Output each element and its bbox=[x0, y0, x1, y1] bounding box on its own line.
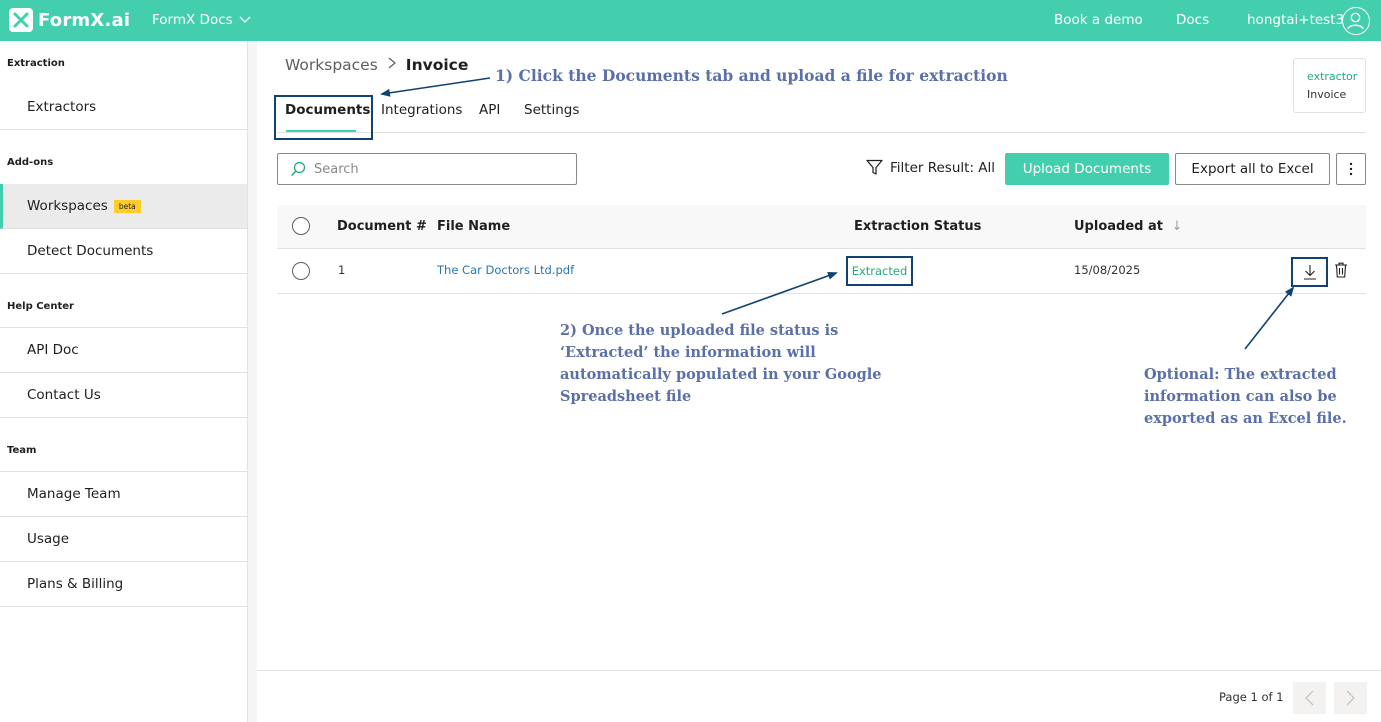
chevron-right-icon bbox=[388, 57, 396, 73]
tabs-divider bbox=[277, 132, 1366, 133]
breadcrumb-workspaces[interactable]: Workspaces bbox=[285, 56, 378, 74]
formx-logo[interactable]: FormX.ai bbox=[9, 7, 130, 33]
search-icon bbox=[291, 161, 306, 176]
upload-documents-button[interactable]: Upload Documents bbox=[1005, 153, 1169, 185]
documents-tab-highlight bbox=[274, 95, 373, 140]
more-options-button[interactable] bbox=[1336, 153, 1366, 185]
search-box[interactable] bbox=[277, 153, 577, 185]
annotation-step2-line: automatically populated in your Google bbox=[560, 366, 882, 383]
sidebar-gutter bbox=[248, 41, 257, 722]
app-switcher[interactable]: FormX Docs bbox=[152, 12, 251, 28]
tab-integrations[interactable]: Integrations bbox=[381, 102, 462, 118]
export-excel-button[interactable]: Export all to Excel bbox=[1175, 153, 1330, 185]
arrow-to-download bbox=[1244, 286, 1295, 350]
uploaded-at-label: Uploaded at bbox=[1074, 219, 1163, 234]
sidebar-item-api-doc[interactable]: API Doc bbox=[0, 328, 247, 373]
file-name-link[interactable]: The Car Doctors Ltd.pdf bbox=[437, 263, 574, 277]
annotation-optional-line: information can also be bbox=[1144, 388, 1337, 405]
extractor-name: Invoice bbox=[1307, 88, 1347, 101]
sidebar-item-manage-team[interactable]: Manage Team bbox=[0, 472, 247, 517]
sidebar-item-usage[interactable]: Usage bbox=[0, 517, 247, 562]
download-icon bbox=[1303, 265, 1316, 280]
section-title-addons: Add-ons bbox=[7, 157, 54, 168]
chevron-down-icon bbox=[239, 16, 251, 23]
column-header-uploaded-at[interactable]: Uploaded at ↓ bbox=[1074, 219, 1182, 234]
annotation-step2-line: Spreadsheet file bbox=[560, 388, 692, 405]
sidebar-item-label: Plans & Billing bbox=[27, 576, 124, 592]
uploaded-at: 15/08/2025 bbox=[1074, 263, 1141, 277]
download-button[interactable] bbox=[1291, 257, 1328, 287]
top-bar: FormX.ai FormX Docs Book a demo Docs hon… bbox=[0, 0, 1381, 41]
next-page-button[interactable] bbox=[1334, 682, 1367, 714]
annotation-step2: 2) Once the uploaded file status is ‘Ext… bbox=[560, 320, 920, 408]
app-switcher-label: FormX Docs bbox=[152, 12, 233, 28]
formx-logo-icon bbox=[9, 8, 33, 32]
extractor-type: extractor bbox=[1307, 70, 1358, 83]
tab-api[interactable]: API bbox=[479, 102, 500, 118]
annotation-step2-line: 2) Once the uploaded file status is bbox=[560, 322, 839, 339]
footer-divider bbox=[257, 670, 1381, 671]
section-title-help-center: Help Center bbox=[7, 301, 74, 312]
sidebar-item-contact-us[interactable]: Contact Us bbox=[0, 373, 247, 418]
column-header-extraction-status[interactable]: Extraction Status bbox=[854, 219, 981, 234]
delete-button[interactable] bbox=[1334, 262, 1348, 282]
arrow-to-documents-tab bbox=[380, 77, 491, 97]
search-input[interactable] bbox=[314, 161, 564, 177]
annotation-step2-line: ‘Extracted’ the information will bbox=[560, 344, 816, 361]
sidebar-item-label: Extractors bbox=[27, 99, 97, 115]
row-select-radio[interactable] bbox=[292, 262, 310, 280]
annotation-step1: 1) Click the Documents tab and upload a … bbox=[495, 66, 1008, 85]
select-all-radio[interactable] bbox=[292, 217, 310, 235]
document-number: 1 bbox=[338, 263, 346, 277]
annotation-optional: Optional: The extracted information can … bbox=[1144, 364, 1374, 430]
section-title-team: Team bbox=[7, 445, 37, 456]
filter-icon bbox=[866, 159, 883, 175]
sidebar-item-label: Detect Documents bbox=[27, 243, 154, 259]
section-title-extraction: Extraction bbox=[7, 58, 65, 69]
column-header-document-number[interactable]: Document # bbox=[337, 219, 427, 234]
docs-link[interactable]: Docs bbox=[1176, 12, 1209, 28]
sidebar-item-detect-documents[interactable]: Detect Documents bbox=[0, 229, 247, 274]
annotation-optional-line: Optional: The extracted bbox=[1144, 366, 1337, 383]
sidebar-item-label: Manage Team bbox=[27, 486, 121, 502]
sidebar-item-label: Contact Us bbox=[27, 387, 101, 403]
annotation-optional-line: exported as an Excel file. bbox=[1144, 410, 1347, 427]
sidebar-item-workspaces[interactable]: Workspaces beta bbox=[0, 184, 247, 229]
book-demo-link[interactable]: Book a demo bbox=[1054, 12, 1143, 28]
breadcrumb: Workspaces Invoice bbox=[285, 56, 468, 74]
filter-label: Filter Result: All bbox=[890, 159, 996, 176]
trash-icon bbox=[1335, 262, 1347, 278]
sidebar-item-label: API Doc bbox=[27, 342, 79, 358]
prev-page-button[interactable] bbox=[1293, 682, 1326, 714]
more-vertical-icon bbox=[1349, 162, 1353, 176]
sidebar-item-extractors[interactable]: Extractors bbox=[0, 85, 247, 130]
logo-text: FormX.ai bbox=[38, 9, 131, 31]
user-avatar-icon[interactable] bbox=[1342, 7, 1370, 35]
user-name[interactable]: hongtai+test3 bbox=[1247, 12, 1344, 28]
tab-settings[interactable]: Settings bbox=[524, 102, 579, 118]
chevron-left-icon bbox=[1305, 690, 1314, 706]
sidebar: Extraction Extractors Add-ons Workspaces… bbox=[0, 41, 248, 722]
extractor-info-card: extractor Invoice bbox=[1293, 58, 1366, 113]
status-badge: Extracted bbox=[846, 256, 913, 286]
page-indicator: Page 1 of 1 bbox=[1219, 690, 1284, 704]
filter-button[interactable]: Filter Result: All bbox=[866, 159, 995, 176]
table-header: Document # File Name Extraction Status U… bbox=[277, 205, 1366, 249]
table-row[interactable]: 1 The Car Doctors Ltd.pdf Extracted 15/0… bbox=[277, 249, 1366, 294]
sidebar-item-plans-billing[interactable]: Plans & Billing bbox=[0, 562, 247, 607]
beta-badge: beta bbox=[113, 199, 141, 213]
column-header-file-name[interactable]: File Name bbox=[437, 219, 510, 234]
chevron-right-icon bbox=[1346, 690, 1355, 706]
sort-down-icon: ↓ bbox=[1171, 219, 1183, 234]
sidebar-item-label: Workspaces bbox=[27, 198, 108, 214]
sidebar-item-label: Usage bbox=[27, 531, 70, 547]
page-title: Invoice bbox=[405, 56, 469, 74]
